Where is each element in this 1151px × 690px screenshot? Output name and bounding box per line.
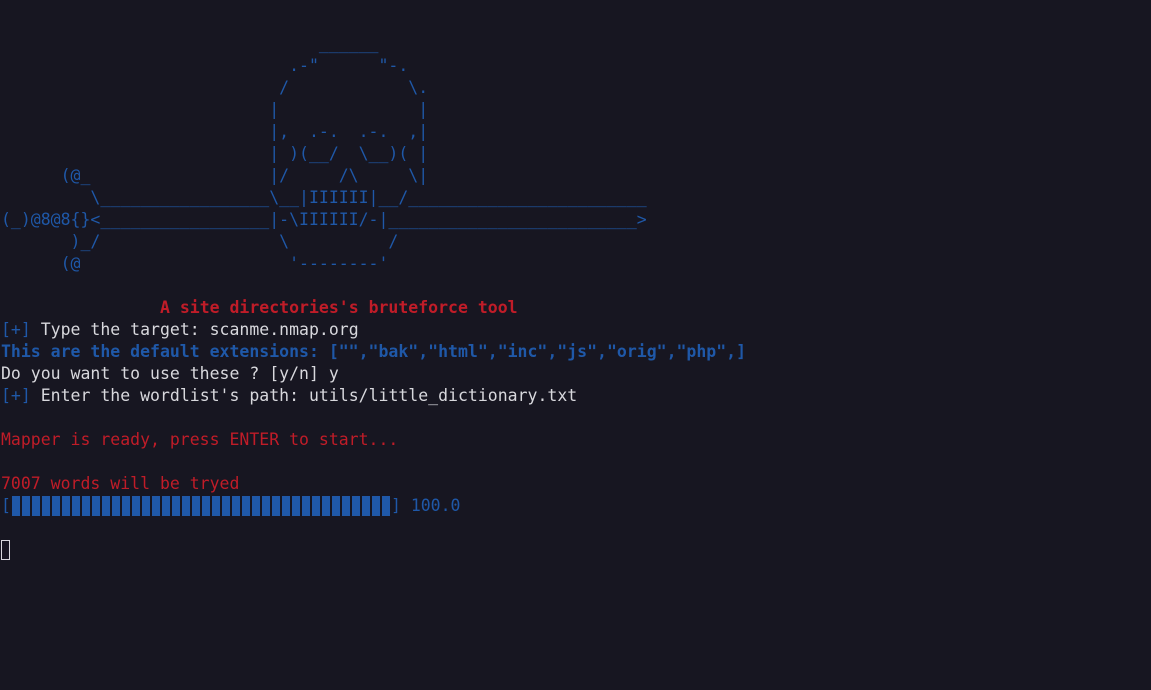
wordlist-input-value: utils/little_dictionary.txt	[308, 386, 578, 405]
art-line: .-" "-.	[1, 56, 409, 75]
art-line: | )(__/ \__)( |	[1, 144, 429, 163]
art-line: | |	[1, 100, 429, 119]
art-line: (@_ |/ /\ \|	[1, 166, 429, 185]
progress-bar	[11, 496, 390, 516]
art-line: / \.	[1, 78, 429, 97]
target-input-value: scanme.nmap.org	[209, 320, 359, 339]
use-default-question: Do you want to use these ? [y/n]	[1, 364, 329, 383]
art-line: (@ '--------'	[1, 254, 389, 273]
info-prefix: [+]	[1, 320, 31, 339]
art-line-overlay: \_________________\__|IIIIII|__/________…	[1, 188, 647, 207]
words-count-message: 7007 words will be tryed	[1, 474, 240, 493]
progress-bar-fill	[11, 496, 390, 516]
skull-ascii-art: ______ .-" "-. / \. | | |, .-. .-. ,| | …	[1, 33, 1151, 275]
ready-message: Mapper is ready, press ENTER to start...	[1, 430, 399, 449]
art-line: )_/ \ /	[1, 232, 399, 251]
extensions-line: This are the default extensions: ["","ba…	[1, 342, 747, 361]
target-prompt-line: [+] Type the target: scanme.nmap.org	[1, 319, 1151, 341]
art-line: |, .-. .-. ,|	[1, 122, 429, 141]
info-prefix: [+]	[1, 386, 31, 405]
progress-percent: 100.0	[410, 496, 461, 515]
terminal-cursor[interactable]	[1, 540, 10, 560]
tagline: A site directories's bruteforce tool	[1, 297, 1151, 319]
progress-bar-line: [ ] 100.0	[1, 495, 1151, 517]
terminal-window[interactable]: ______ .-" "-. / \. | | |, .-. .-. ,| | …	[0, 0, 1151, 690]
input-line[interactable]	[1, 539, 1151, 561]
wordlist-label: Enter the wordlist's path:	[30, 386, 309, 405]
art-line: (_)@8@8{}<_________________|-\IIIIII/-|_…	[1, 210, 647, 229]
tagline-text: A site directories's bruteforce tool	[159, 298, 518, 317]
use-default-answer: y	[328, 364, 339, 383]
art-line: ______	[1, 34, 379, 53]
wordlist-prompt-line: [+] Enter the wordlist's path: utils/lit…	[1, 385, 1151, 407]
target-label: Type the target:	[30, 320, 210, 339]
use-default-prompt-line: Do you want to use these ? [y/n] y	[1, 363, 1151, 385]
progress-close-bracket: ]	[390, 496, 401, 515]
progress-open-bracket: [	[1, 496, 11, 515]
